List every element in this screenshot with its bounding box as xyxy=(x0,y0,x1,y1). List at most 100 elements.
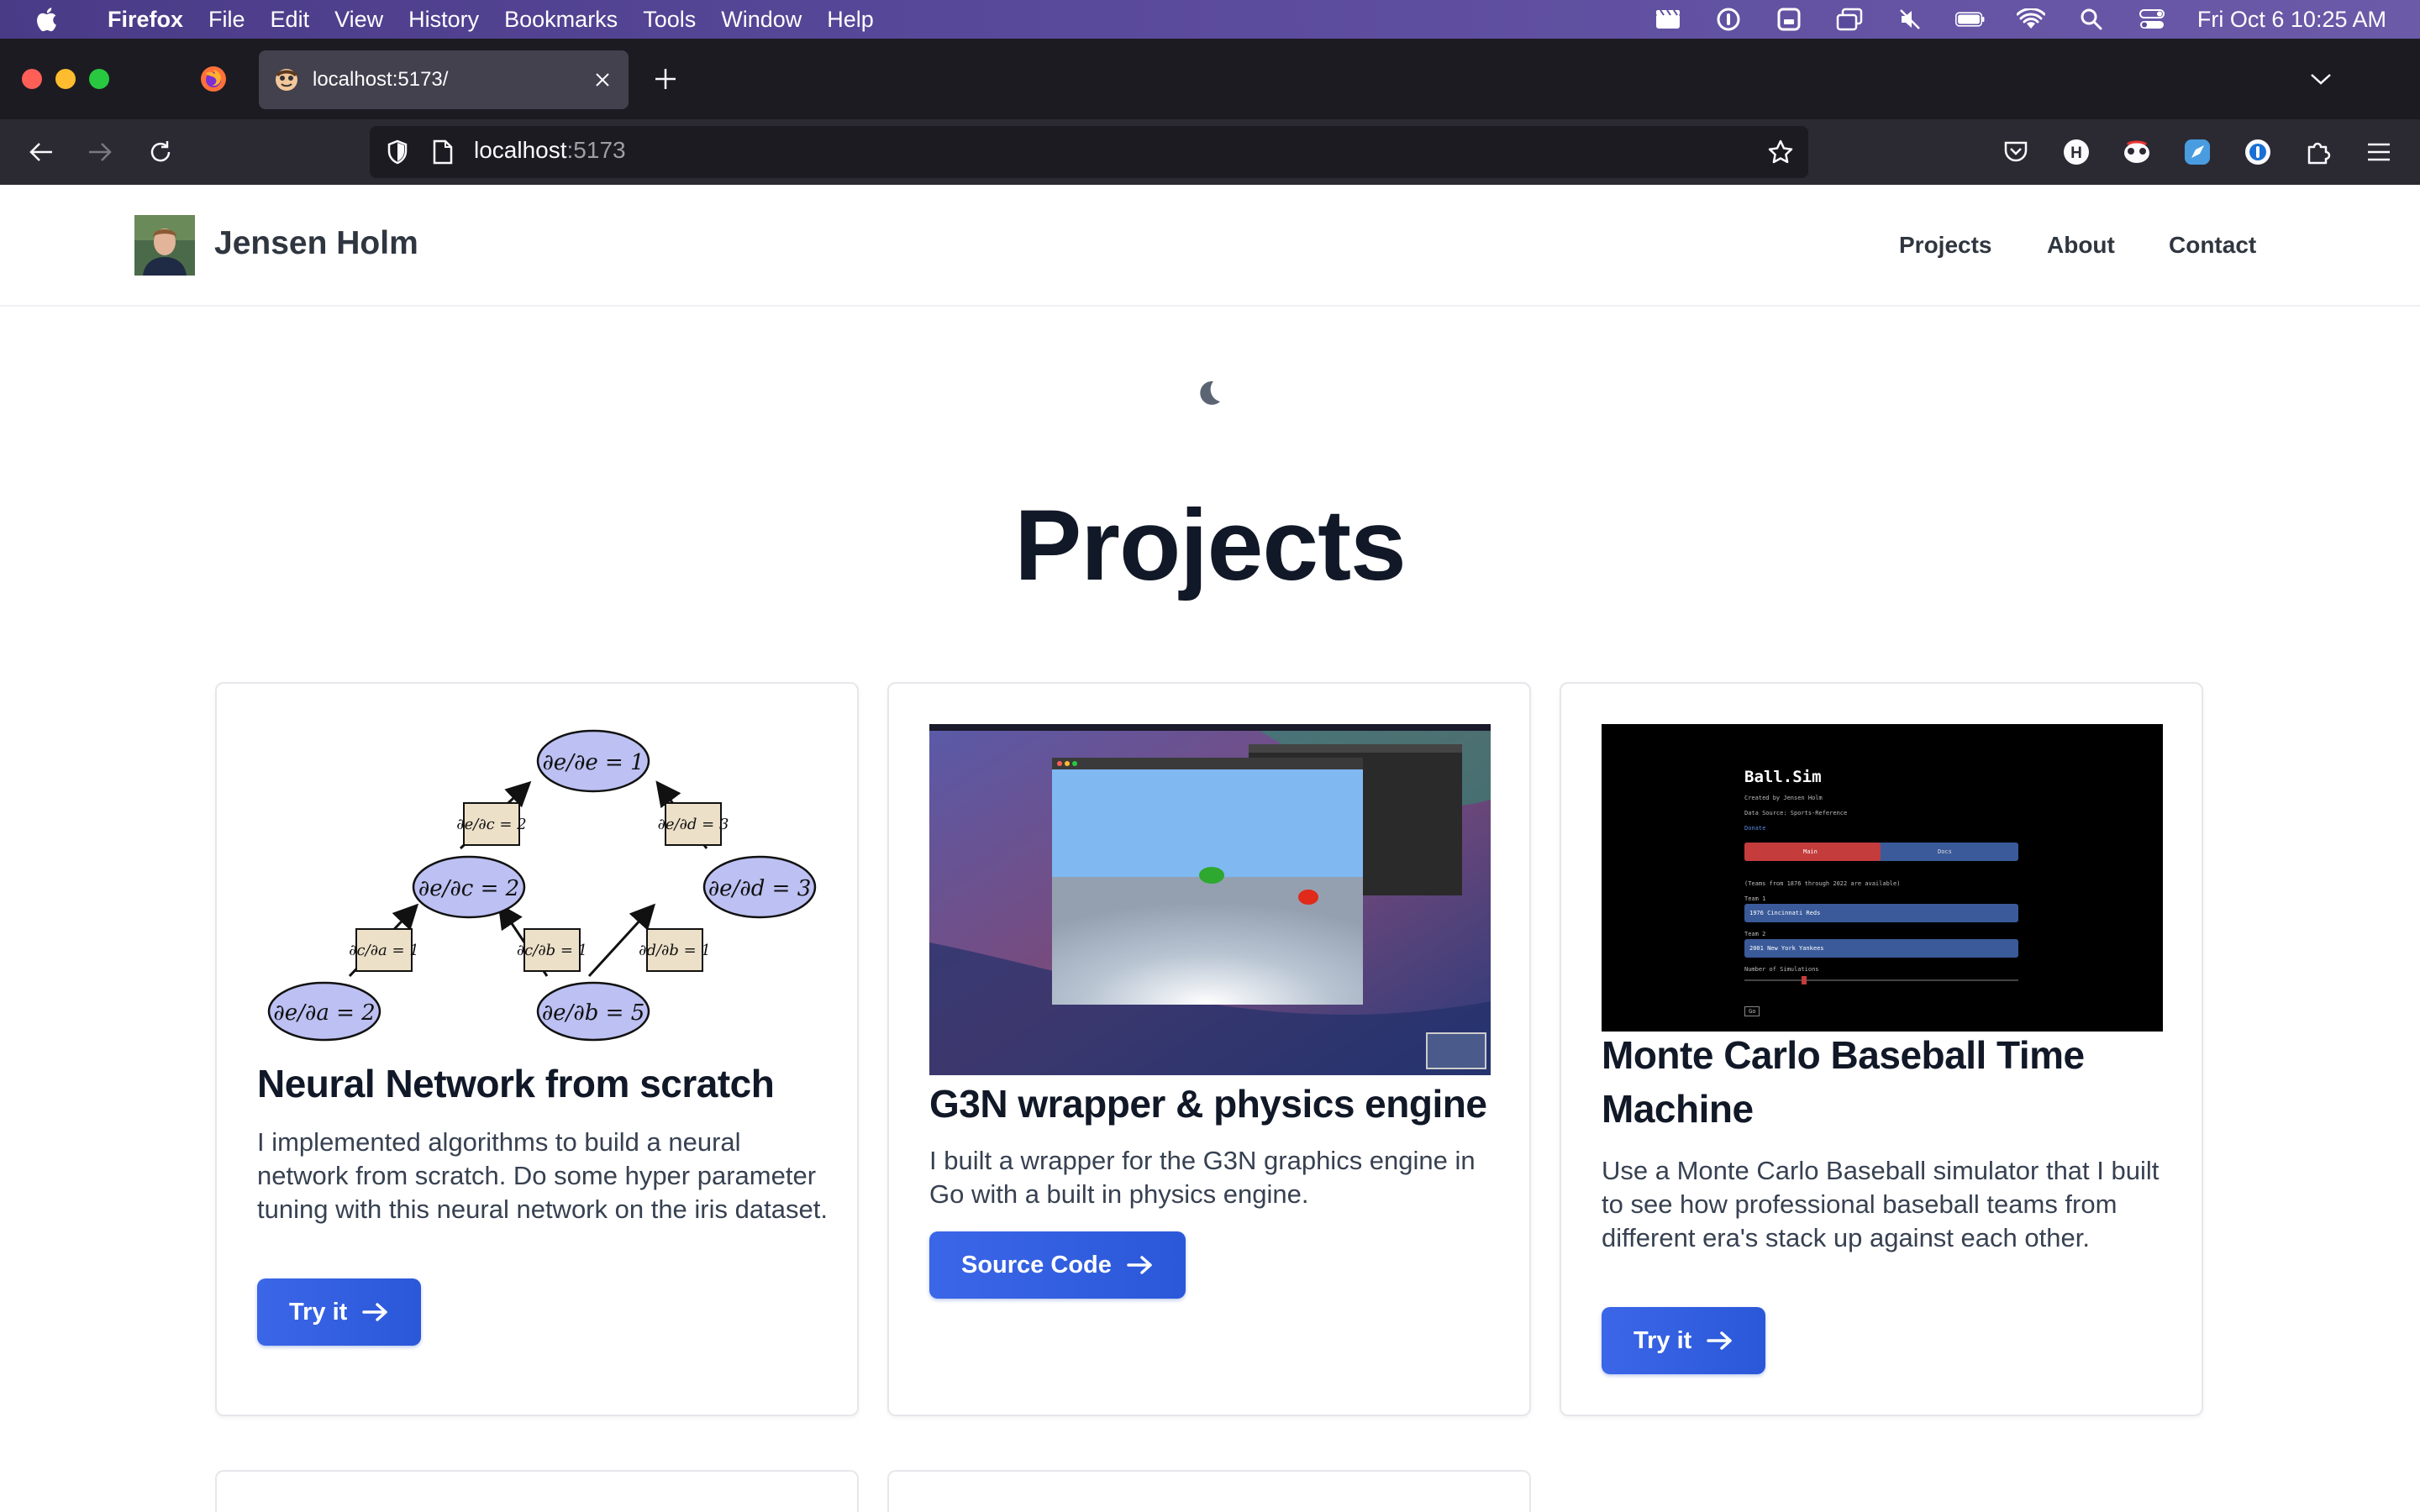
bookmark-star-icon[interactable] xyxy=(1761,133,1800,171)
url-port: :5173 xyxy=(566,137,626,163)
password-manager-icon[interactable] xyxy=(1713,8,1744,31)
svg-text:∂e/∂c = 2: ∂e/∂c = 2 xyxy=(456,816,526,833)
macos-menu-bar: Firefox File Edit View History Bookmarks… xyxy=(0,0,2420,39)
ballsim-team1-label: Team 1 xyxy=(1744,895,1766,902)
menu-view[interactable]: View xyxy=(334,7,383,33)
wifi-icon[interactable] xyxy=(2016,8,2046,31)
avatar[interactable] xyxy=(134,215,195,276)
page-info-icon[interactable] xyxy=(424,133,462,171)
ballsim-go-button: Go xyxy=(1744,1006,1760,1016)
firefox-icon xyxy=(201,66,226,92)
pinned-firefox-tab[interactable] xyxy=(190,55,237,102)
menu-clock[interactable]: Fri Oct 6 10:25 AM xyxy=(2197,7,2386,33)
arrow-right-icon xyxy=(362,1303,388,1321)
mute-icon[interactable] xyxy=(1895,8,1925,31)
try-it-button[interactable]: Try it xyxy=(257,1278,422,1346)
tracking-protection-shield-icon[interactable] xyxy=(378,133,417,171)
graph-edge-label-db: ∂d/∂b = 1 xyxy=(639,928,711,972)
list-all-tabs-chevron-icon[interactable] xyxy=(2304,62,2338,96)
tab-title: localhost:5173/ xyxy=(313,68,449,91)
svg-text:∂d/∂b = 1: ∂d/∂b = 1 xyxy=(639,942,711,959)
onepassword-extension-icon[interactable] xyxy=(2238,133,2277,171)
menu-help[interactable]: Help xyxy=(827,7,874,33)
url-text[interactable]: localhost:5173 xyxy=(474,137,626,164)
window-zoom-button[interactable] xyxy=(89,69,109,89)
ballsim-teams-note: (Teams from 1876 through 2022 are availa… xyxy=(1744,880,1901,887)
app-menu-hamburger-icon[interactable] xyxy=(2360,133,2398,171)
menu-bookmarks[interactable]: Bookmarks xyxy=(504,7,618,33)
pocket-icon[interactable] xyxy=(1996,133,2035,171)
green-ball xyxy=(1199,867,1224,884)
menu-window[interactable]: Window xyxy=(721,7,802,33)
forward-arrow-icon[interactable] xyxy=(81,133,119,171)
arrow-right-icon xyxy=(1707,1331,1733,1350)
arrow-right-icon xyxy=(1127,1256,1152,1274)
window-minimize-button[interactable] xyxy=(55,69,76,89)
clapperboard-icon[interactable] xyxy=(1653,8,1683,31)
card-description: I implemented algorithms to build a neur… xyxy=(257,1127,828,1224)
apple-icon[interactable] xyxy=(34,5,62,34)
reload-icon[interactable] xyxy=(141,133,180,171)
tab-close-icon[interactable] xyxy=(588,66,617,94)
graph-edge-label-c: ∂e/∂c = 2 xyxy=(456,802,527,846)
battery-icon[interactable] xyxy=(1954,8,1986,31)
dark-mode-moon-icon[interactable] xyxy=(1192,376,1225,410)
site-favicon-icon xyxy=(276,69,297,91)
menu-edit[interactable]: Edit xyxy=(271,7,310,33)
svg-text:H: H xyxy=(2070,144,2082,162)
menu-app-name[interactable]: Firefox xyxy=(108,7,183,33)
card-title: Neural Network from scratch xyxy=(257,1062,775,1105)
button-label: Try it xyxy=(1634,1326,1692,1354)
graph-node-d: ∂e/∂d = 3 xyxy=(702,855,817,919)
computation-graph-diagram: ∂e/∂e = 1 ∂e/∂c = 2 ∂e/∂d = 3 ∂e/∂a = 2 … xyxy=(267,729,817,1042)
site-name[interactable]: Jensen Holm xyxy=(214,225,418,262)
menu-history[interactable]: History xyxy=(408,7,479,33)
ballsim-title: Ball.Sim xyxy=(1744,768,1822,786)
control-center-icon[interactable] xyxy=(2137,8,2167,31)
svg-text:∂e/∂b = 5: ∂e/∂b = 5 xyxy=(542,1000,645,1026)
graph-node-a: ∂e/∂a = 2 xyxy=(267,981,381,1042)
privacy-badger-icon[interactable] xyxy=(2118,133,2156,171)
window-switcher-icon[interactable] xyxy=(1834,8,1865,31)
button-label: Try it xyxy=(289,1298,348,1326)
menu-tools[interactable]: Tools xyxy=(643,7,696,33)
project-card-g3n: G3N wrapper & physics engine I built a w… xyxy=(887,682,1531,1416)
menu-extras: Fri Oct 6 10:25 AM xyxy=(1653,0,2386,39)
svg-text:∂c/∂b = 1: ∂c/∂b = 1 xyxy=(517,942,587,959)
ballsim-data-source: Data Source: Sports-Reference xyxy=(1744,810,1848,816)
extensions-puzzle-icon[interactable] xyxy=(2299,133,2338,171)
source-code-button[interactable]: Source Code xyxy=(929,1231,1186,1299)
compass-extension-icon[interactable] xyxy=(2178,133,2217,171)
screen-recorder-icon[interactable] xyxy=(1774,8,1804,31)
red-ball xyxy=(1298,890,1318,905)
try-it-button[interactable]: Try it xyxy=(1602,1307,1766,1374)
project-card-partial xyxy=(887,1470,1531,1512)
menu-file[interactable]: File xyxy=(208,7,245,33)
ballsim-team1-select: 1976 Cincinnati Reds xyxy=(1749,910,1821,916)
ballsim-donate: Donate xyxy=(1744,825,1766,832)
svg-text:∂e/∂c = 2: ∂e/∂c = 2 xyxy=(418,876,519,901)
honey-extension-icon[interactable]: H xyxy=(2057,133,2096,171)
window-close-button[interactable] xyxy=(22,69,42,89)
new-tab-plus-icon[interactable] xyxy=(649,62,682,96)
nav-projects[interactable]: Projects xyxy=(1899,232,1992,259)
card-description: I built a wrapper for the G3N graphics e… xyxy=(929,1146,1476,1209)
svg-text:∂e/∂d = 3: ∂e/∂d = 3 xyxy=(708,876,812,901)
url-host: localhost xyxy=(474,137,567,163)
graph-node-c: ∂e/∂c = 2 xyxy=(412,855,526,919)
ballsim-team2-label: Team 2 xyxy=(1744,931,1766,937)
graph-edge-label-ca: ∂c/∂a = 1 xyxy=(349,928,419,972)
card-description: Use a Monte Carlo Baseball simulator tha… xyxy=(1602,1156,2160,1252)
nav-about[interactable]: About xyxy=(2047,232,2115,259)
ballsim-created-by: Created by Jensen Holm xyxy=(1744,795,1823,801)
ballsim-screenshot-image: Ball.Sim Created by Jensen Holm Data Sou… xyxy=(1602,724,2163,1032)
svg-text:∂e/∂d = 3: ∂e/∂d = 3 xyxy=(658,816,729,833)
graph-edge-label-d: ∂e/∂d = 3 xyxy=(658,802,729,846)
spotlight-search-icon[interactable] xyxy=(2076,8,2107,31)
back-arrow-icon[interactable] xyxy=(22,133,60,171)
tab-localhost[interactable]: localhost:5173/ xyxy=(259,50,629,109)
g3n-screenshot-image xyxy=(929,724,1491,1075)
project-card-neural-network: ∂e/∂e = 1 ∂e/∂c = 2 ∂e/∂d = 3 ∂e/∂a = 2 … xyxy=(215,682,859,1416)
nav-contact[interactable]: Contact xyxy=(2169,232,2256,259)
page-title: Projects xyxy=(1014,489,1407,601)
